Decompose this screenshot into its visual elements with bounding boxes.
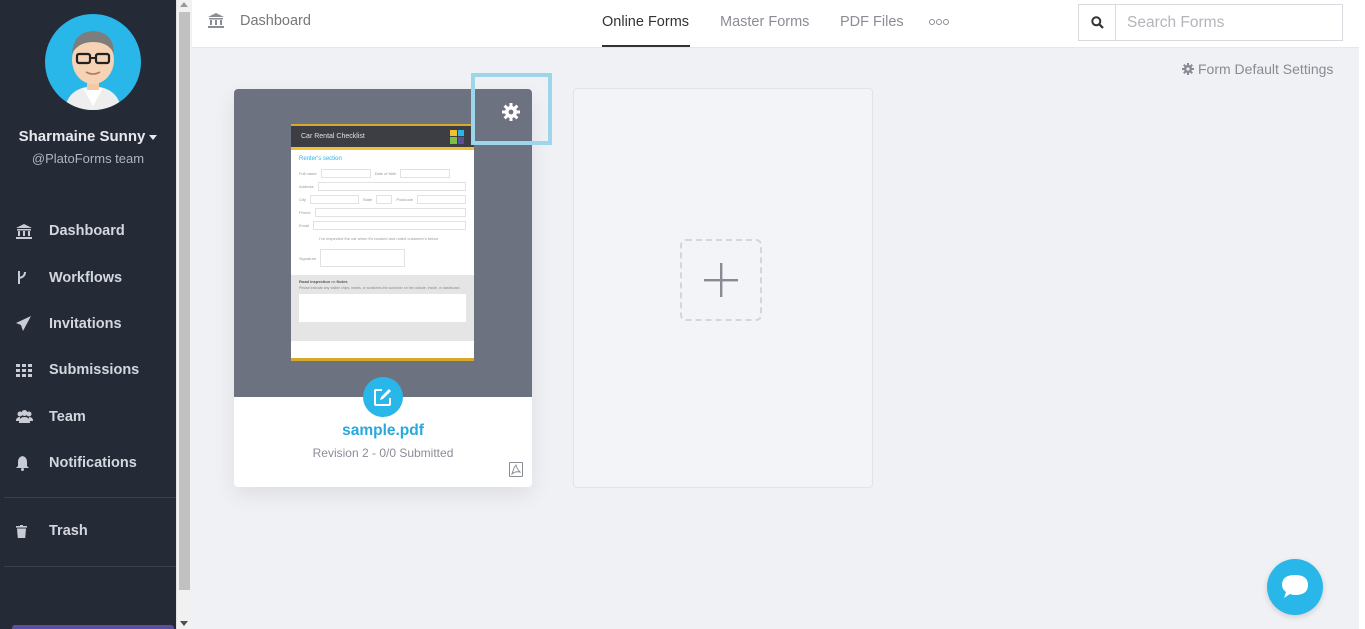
sidebar-divider [4,497,176,498]
gear-icon [1182,63,1194,75]
user-avatar[interactable] [45,14,141,110]
tab-pdf-files[interactable]: PDF Files [840,14,904,30]
thumbnail-logo-icon [450,129,464,144]
scroll-up-arrow-icon[interactable] [180,2,188,7]
form-card[interactable]: Car Rental Checklist Renter's section Fu… [234,89,532,487]
scrollbar-thumb[interactable] [179,12,190,590]
chat-bubble-icon [1282,575,1308,598]
highlight-box [471,73,552,145]
sidebar-item-label: Submissions [49,362,140,379]
more-tabs-icon[interactable] [929,19,949,25]
add-form-button[interactable] [680,239,762,321]
edit-form-button[interactable] [363,377,403,417]
chat-button[interactable] [1267,559,1323,615]
search-box [1078,4,1343,41]
tab-online-forms[interactable]: Online Forms [602,14,689,30]
sidebar-item-label: Invitations [49,315,122,332]
sidebar-item-label: Dashboard [49,223,125,240]
thumbnail-row: I've inspected the car when it's booked … [319,235,439,241]
branch-icon [0,270,49,285]
trash-icon [0,524,49,538]
search-button[interactable] [1079,5,1116,40]
caret-down-icon [149,134,158,140]
search-icon [1090,16,1104,29]
user-name-dropdown[interactable]: Sharmaine Sunny [0,128,176,145]
edit-icon [374,389,391,406]
thumbnail-row: Email [299,220,466,230]
form-default-settings-link[interactable]: Form Default Settings [1182,61,1333,77]
paper-plane-icon [0,316,49,332]
sidebar-item-dashboard[interactable]: Dashboard [0,208,176,254]
sidebar-bottom-bar[interactable] [12,625,174,629]
user-team: @PlatoForms team [31,151,145,166]
sidebar: Sharmaine Sunny @PlatoForms team Dashboa… [0,0,176,629]
page-right-edge [1359,0,1365,629]
active-tab-indicator [602,45,690,47]
thumbnail-signature-row: Signature [299,249,466,267]
sidebar-trash-wrapper: Trash [0,508,176,554]
thumbnail-row: Full name Date of birth [299,168,466,178]
sidebar-item-workflows[interactable]: Workflows [0,254,176,300]
pdf-file-icon[interactable] [509,462,523,477]
thumbnail-row: Address [299,181,466,191]
grid-icon [0,363,49,377]
sidebar-item-label: Notifications [49,455,137,472]
form-thumbnail: Car Rental Checklist Renter's section Fu… [291,124,474,361]
scroll-down-arrow-icon[interactable] [180,621,188,626]
users-icon [0,410,49,424]
sidebar-item-label: Workflows [49,269,123,286]
add-form-card [573,88,873,488]
sidebar-item-invitations[interactable]: Invitations [0,301,176,347]
sidebar-nav: Dashboard Workflows Invitations Submissi… [0,208,176,486]
plus-icon [704,263,738,297]
breadcrumb[interactable]: Dashboard [240,13,311,29]
sidebar-item-label: Team [49,408,86,425]
sidebar-item-submissions[interactable]: Submissions [0,347,176,393]
bank-icon [0,223,49,239]
search-input[interactable] [1116,5,1342,40]
thumbnail-header: Car Rental Checklist [291,126,474,150]
sidebar-item-notifications[interactable]: Notifications [0,440,176,486]
sidebar-item-team[interactable]: Team [0,394,176,440]
thumbnail-title: Car Rental Checklist [301,133,365,140]
sidebar-item-label: Trash [49,523,88,540]
form-meta: Revision 2 - 0/0 Submitted [312,446,454,460]
thumbnail-row: Phone [299,207,466,217]
bell-icon [0,455,49,471]
sidebar-divider [4,566,176,567]
user-name: Sharmaine Sunny [18,128,146,145]
sidebar-item-trash[interactable]: Trash [0,508,176,554]
tab-master-forms[interactable]: Master Forms [720,14,809,30]
settings-link-label: Form Default Settings [1198,61,1334,77]
thumbnail-section-title: Renter's section [299,156,342,162]
thumbnail-footer: Road inspection ••• Notes Please indicat… [291,275,474,341]
bank-icon [208,13,224,33]
thumbnail-row: City State Postcode [299,194,466,204]
form-name-link[interactable]: sample.pdf [234,422,532,440]
